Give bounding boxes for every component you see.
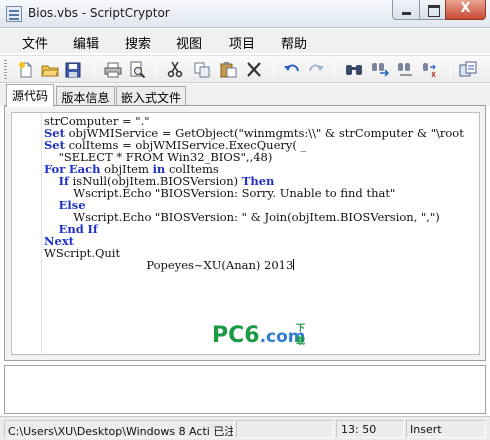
find-icon[interactable] — [345, 61, 363, 78]
paste-icon[interactable] — [219, 61, 237, 78]
menu-view[interactable]: 视图 — [176, 33, 202, 52]
code-editor[interactable]: strComputer = "." Set objWMIService = Get… — [11, 112, 480, 355]
menu-help[interactable]: 帮助 — [281, 33, 307, 52]
cut-icon[interactable] — [166, 61, 184, 78]
toolbar — [0, 55, 490, 83]
code-line: Popeyes~XU(Anan) 2013 — [44, 259, 464, 271]
tab-source[interactable]: 源代码 — [6, 84, 54, 107]
code-text[interactable]: strComputer = "." Set objWMIService = Get… — [44, 115, 464, 271]
menu-search[interactable]: 搜索 — [125, 33, 151, 52]
output-pane[interactable] — [4, 365, 486, 414]
minimize-button[interactable] — [392, 0, 420, 20]
find-next-icon[interactable] — [371, 61, 390, 78]
status-path-text: C:\Users\XU\Desktop\Windows 8 Acti — [8, 425, 210, 438]
status-position: 13: 50 — [336, 420, 404, 438]
pc6-watermark: PC6.com 下载 — [212, 323, 306, 348]
replace-all-icon[interactable] — [422, 61, 440, 78]
tab-embedded-files[interactable]: 嵌入式文件 — [116, 86, 186, 106]
text-cursor — [293, 259, 295, 270]
status-path: C:\Users\XU\Desktop\Windows 8 Acti 已注册 — [4, 420, 234, 438]
code-token: Wscript.Echo "BIOSVersion: Sorry. Unable… — [44, 186, 396, 200]
code-line: Wscript.Echo "BIOSVersion: Sorry. Unable… — [44, 187, 464, 199]
copy-icon[interactable] — [193, 61, 211, 78]
undo-icon[interactable] — [283, 61, 301, 78]
code-line: End If — [44, 223, 464, 235]
menu-edit[interactable]: 编辑 — [73, 33, 99, 52]
toolbar-separator — [450, 61, 451, 79]
toolbar-separator — [273, 61, 274, 79]
redo-icon[interactable] — [307, 61, 325, 78]
save-icon[interactable] — [64, 61, 82, 78]
replace-icon[interactable] — [397, 61, 415, 78]
toolbar-grip[interactable] — [4, 60, 7, 80]
status-empty — [236, 420, 334, 438]
status-registered: 已注册 — [213, 425, 233, 438]
window-title: Bios.vbs - ScriptCryptor — [28, 6, 170, 20]
editor-frame: strComputer = "." Set objWMIService = Get… — [4, 105, 486, 361]
toolbar-separator — [156, 61, 157, 79]
status-mode: Insert — [406, 420, 486, 438]
toolbar-separator — [94, 61, 95, 79]
tab-version-info[interactable]: 版本信息 — [56, 86, 115, 106]
menu-project[interactable]: 项目 — [229, 33, 255, 52]
code-token: Popeyes~XU(Anan) 2013 — [44, 258, 294, 272]
watermark-six: 6 — [244, 323, 260, 348]
print-icon[interactable] — [104, 61, 122, 78]
menu-file[interactable]: 文件 — [22, 33, 48, 52]
print-preview-icon[interactable] — [128, 61, 146, 79]
maximize-button[interactable] — [419, 0, 446, 20]
code-keyword: If — [87, 222, 98, 236]
watermark-download: 下载 — [296, 324, 306, 347]
close-icon: X — [460, 1, 471, 16]
status-bar: C:\Users\XU\Desktop\Windows 8 Acti 已注册 1… — [0, 416, 490, 440]
tab-strip: 源代码 版本信息 嵌入式文件 — [0, 84, 490, 107]
code-line: Wscript.Echo "BIOSVersion: " & Join(objI… — [44, 211, 464, 223]
project-settings-icon[interactable] — [459, 61, 477, 78]
toolbar-separator — [334, 61, 335, 79]
open-folder-icon[interactable] — [41, 61, 59, 78]
code-token: Wscript.Echo "BIOSVersion: " & Join(objI… — [44, 210, 440, 224]
menu-bar: 文件 编辑 搜索 视图 项目 帮助 — [0, 29, 490, 53]
editor-gutter — [12, 113, 42, 354]
delete-icon[interactable] — [245, 61, 263, 78]
watermark-pc: PC — [212, 323, 245, 348]
new-file-icon[interactable] — [17, 61, 35, 78]
app-icon — [6, 6, 22, 22]
title-bar: Bios.vbs - ScriptCryptor X — [0, 0, 490, 28]
close-button[interactable]: X — [445, 0, 486, 20]
